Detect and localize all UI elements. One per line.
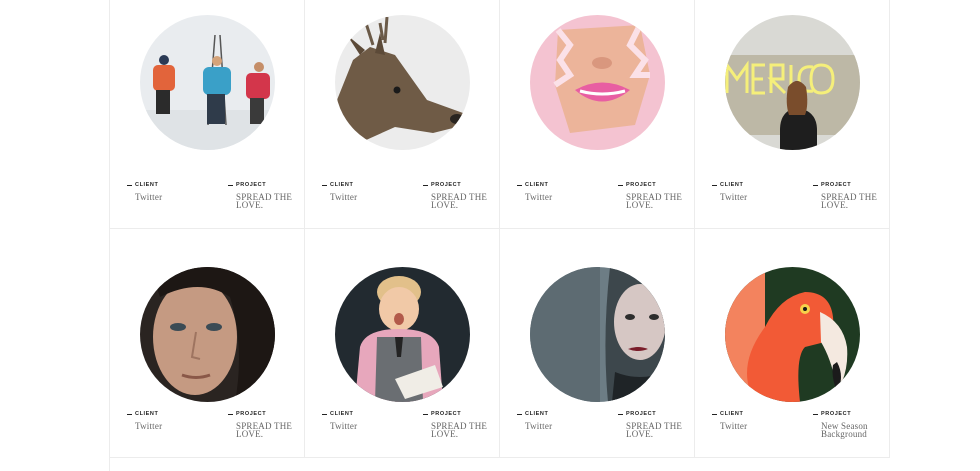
project-meta: Project SPREAD THE LOVE. (618, 411, 688, 439)
dash-icon (618, 184, 623, 186)
project-label: Project (821, 182, 852, 188)
project-meta: Project SPREAD THE LOVE. (423, 182, 493, 210)
dash-icon (712, 184, 717, 186)
card-image-deer[interactable] (335, 15, 470, 150)
project-meta: Project SPREAD THE LOVE. (228, 182, 298, 210)
client-meta: Client Twitter (712, 182, 747, 202)
card-image-woman-blue[interactable] (530, 267, 665, 402)
dash-icon (228, 413, 233, 415)
client-meta: Client Twitter (322, 182, 357, 202)
client-label: Client (525, 411, 549, 417)
project-value[interactable]: SPREAD THE LOVE. (626, 193, 688, 210)
project-meta: Project SPREAD THE LOVE. (813, 182, 883, 210)
project-meta: Project SPREAD THE LOVE. (618, 182, 688, 210)
portfolio-card[interactable]: Client Twitter Project SPREAD THE LOVE. (305, 229, 500, 458)
client-label: Client (135, 182, 159, 188)
card-image-neon[interactable] (725, 15, 860, 150)
portfolio-card[interactable]: Client Twitter Project SPREAD THE LOVE. (110, 0, 305, 229)
client-label: Client (720, 411, 744, 417)
client-value[interactable]: Twitter (135, 422, 162, 431)
client-value[interactable]: Twitter (720, 422, 747, 431)
client-meta: Client Twitter (712, 411, 747, 431)
dash-icon (517, 413, 522, 415)
project-label: Project (431, 411, 462, 417)
project-label: Project (236, 182, 267, 188)
client-meta: Client Twitter (127, 411, 162, 431)
client-meta: Client Twitter (127, 182, 162, 202)
dash-icon (618, 413, 623, 415)
client-label: Client (720, 182, 744, 188)
card-image-flamingo[interactable] (725, 267, 860, 402)
project-meta: Project SPREAD THE LOVE. (228, 411, 298, 439)
project-meta: Project SPREAD THE LOVE. (423, 411, 493, 439)
client-value[interactable]: Twitter (525, 422, 552, 431)
project-label: Project (431, 182, 462, 188)
portfolio-card[interactable]: Client Twitter Project New Season Backgr… (695, 229, 890, 458)
card-image-boy[interactable] (335, 267, 470, 402)
project-value[interactable]: New Season Background (821, 422, 883, 439)
portfolio-card[interactable]: Client Twitter Project SPREAD THE LOVE. (110, 229, 305, 458)
portfolio-card[interactable]: Client Twitter Project SPREAD THE LOVE. (500, 229, 695, 458)
dash-icon (813, 413, 818, 415)
project-label: Project (626, 182, 657, 188)
project-value[interactable]: SPREAD THE LOVE. (431, 422, 493, 439)
client-value[interactable]: Twitter (135, 193, 162, 202)
project-meta: Project New Season Background (813, 411, 883, 439)
dash-icon (517, 184, 522, 186)
project-label: Project (626, 411, 657, 417)
client-label: Client (330, 182, 354, 188)
client-label: Client (135, 411, 159, 417)
dash-icon (322, 184, 327, 186)
project-value[interactable]: SPREAD THE LOVE. (821, 193, 883, 210)
card-image-lips[interactable] (530, 15, 665, 150)
client-value[interactable]: Twitter (720, 193, 747, 202)
card-image-girl-portrait[interactable] (140, 267, 275, 402)
client-label: Client (525, 182, 549, 188)
dash-icon (127, 413, 132, 415)
dash-icon (423, 413, 428, 415)
client-meta: Client Twitter (517, 182, 552, 202)
card-image-hikers[interactable] (140, 15, 275, 150)
client-value[interactable]: Twitter (525, 193, 552, 202)
project-label: Project (821, 411, 852, 417)
portfolio-card[interactable]: Client Twitter Project SPREAD THE LOVE. (695, 0, 890, 229)
dash-icon (322, 413, 327, 415)
client-value[interactable]: Twitter (330, 422, 357, 431)
client-meta: Client Twitter (322, 411, 357, 431)
client-meta: Client Twitter (517, 411, 552, 431)
portfolio-grid: Client Twitter Project SPREAD THE LOVE. … (109, 0, 890, 471)
project-label: Project (236, 411, 267, 417)
dash-icon (228, 184, 233, 186)
project-value[interactable]: SPREAD THE LOVE. (431, 193, 493, 210)
client-label: Client (330, 411, 354, 417)
dash-icon (423, 184, 428, 186)
dash-icon (712, 413, 717, 415)
project-value[interactable]: SPREAD THE LOVE. (236, 422, 298, 439)
portfolio-card[interactable]: Client Twitter Project SPREAD THE LOVE. (500, 0, 695, 229)
dash-icon (813, 184, 818, 186)
portfolio-card[interactable]: Client Twitter Project SPREAD THE LOVE. (305, 0, 500, 229)
project-value[interactable]: SPREAD THE LOVE. (626, 422, 688, 439)
project-value[interactable]: SPREAD THE LOVE. (236, 193, 298, 210)
client-value[interactable]: Twitter (330, 193, 357, 202)
dash-icon (127, 184, 132, 186)
